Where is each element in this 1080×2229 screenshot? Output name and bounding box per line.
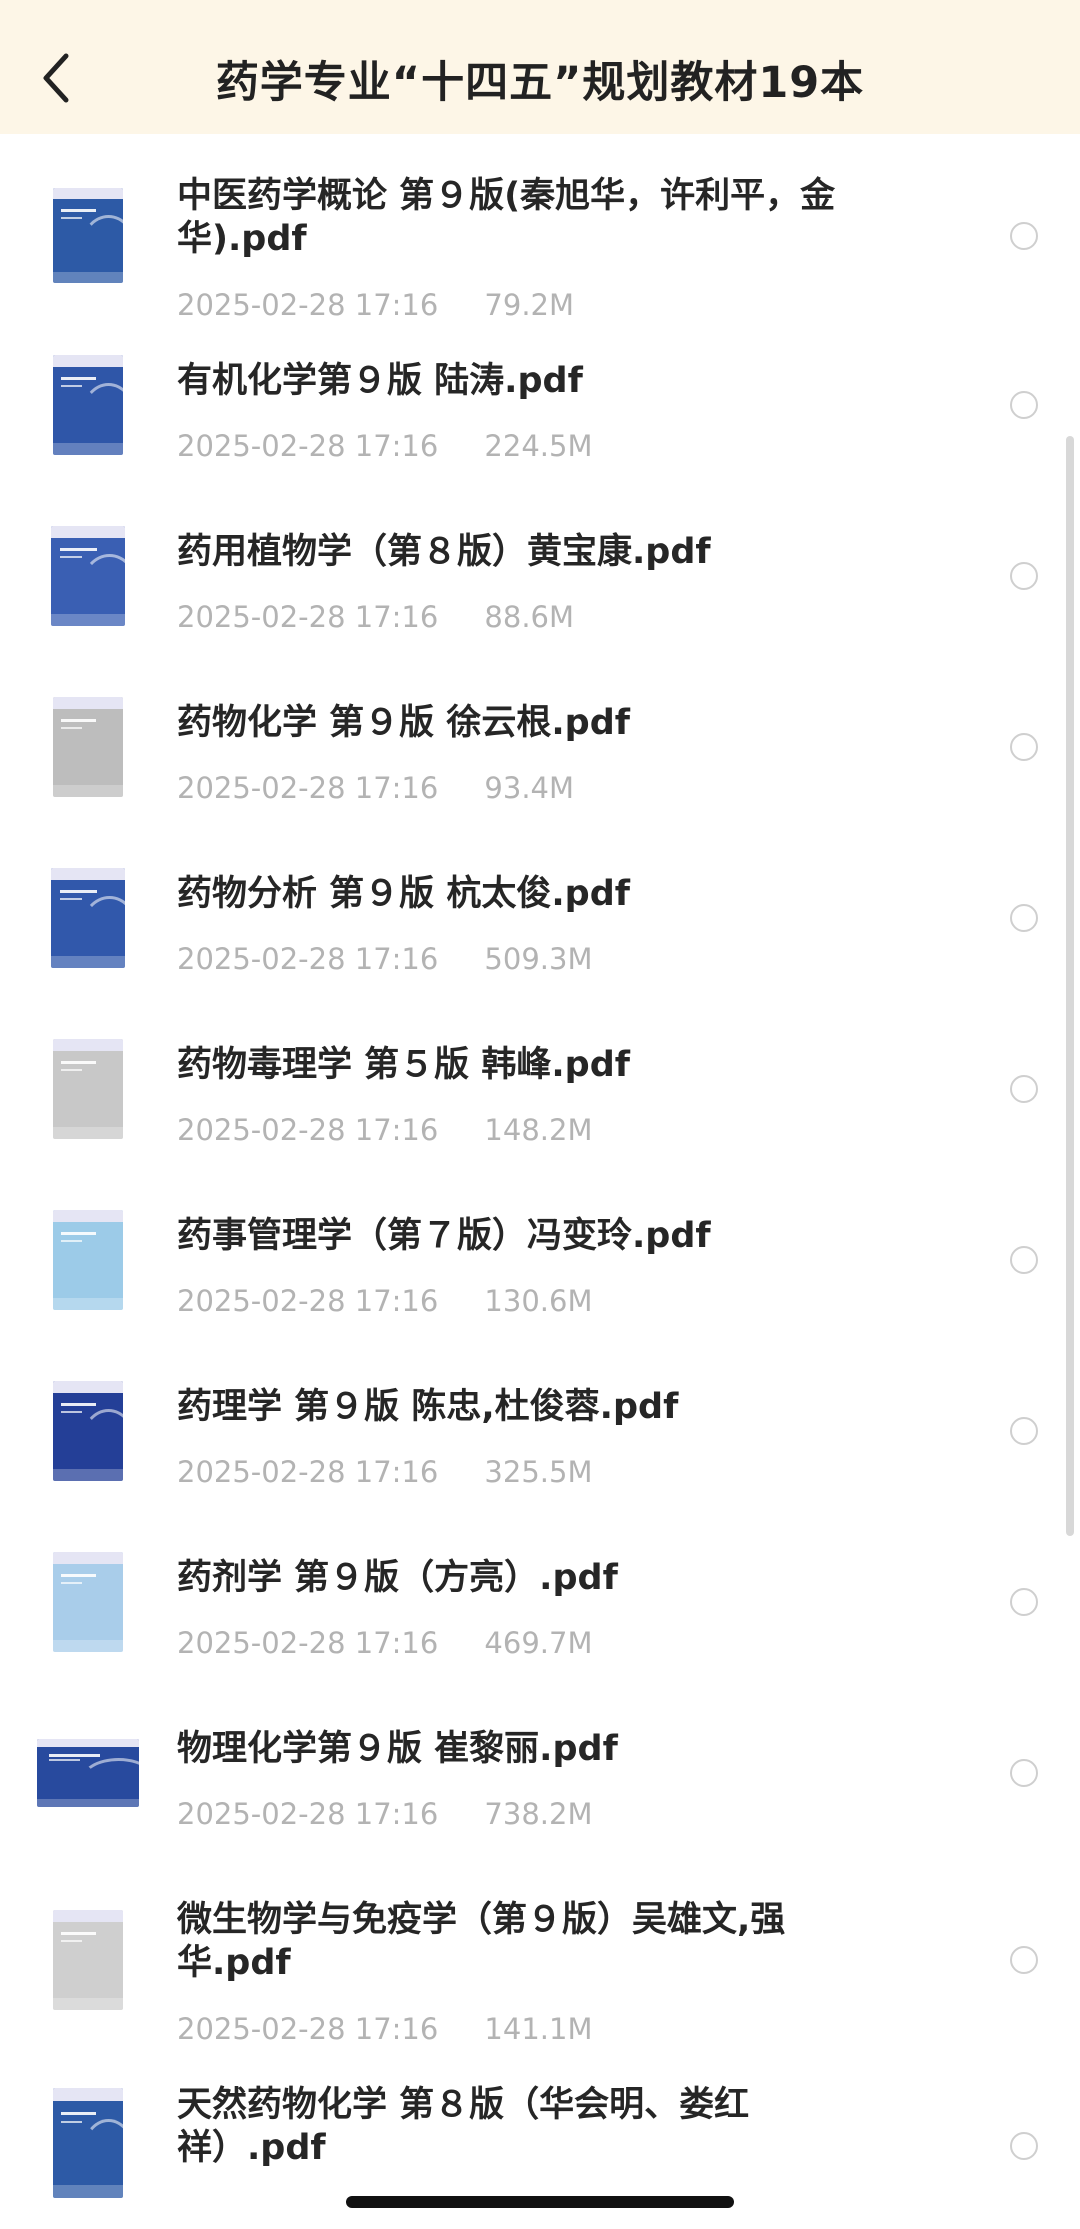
- select-radio[interactable]: [1010, 1759, 1038, 1787]
- pdf-cover-thumbnail: [53, 2088, 123, 2198]
- file-size: 88.6M: [484, 600, 575, 634]
- file-date: 2025-02-28 17:16: [177, 1797, 439, 1831]
- pdf-cover-thumbnail: [53, 697, 123, 797]
- pdf-cover-thumbnail: [53, 1210, 123, 1310]
- pdf-cover-thumbnail: [51, 868, 125, 968]
- top-bar: 药学专业“十四五”规划教材19本: [0, 0, 1080, 134]
- pdf-cover-thumbnail: [53, 1039, 123, 1139]
- file-name: 微生物学与免疫学（第９版）吴雄文,强华.pdf: [177, 1900, 786, 1983]
- page-title: 药学专业“十四五”规划教材19本: [215, 58, 865, 108]
- select-radio[interactable]: [1010, 391, 1038, 419]
- list-item[interactable]: 有机化学第９版 陆涛.pdf 2025-02-28 17:16 224.5M: [0, 319, 1080, 490]
- pdf-cover-thumbnail: [53, 1552, 123, 1652]
- file-date: 2025-02-28 17:16: [177, 429, 439, 463]
- select-radio[interactable]: [1010, 1246, 1038, 1274]
- file-name: 中医药学概论 第９版(秦旭华，许利平，金华).pdf: [177, 176, 836, 259]
- file-size: 148.2M: [484, 1113, 593, 1147]
- file-date: 2025-02-28 17:16: [177, 1113, 439, 1147]
- file-name: 天然药物化学 第８版（华会明、娄红祥）.pdf: [177, 2085, 750, 2168]
- file-meta: 2025-02-28 17:16 325.5M: [177, 1455, 592, 1489]
- file-name: 有机化学第９版 陆涛.pdf: [177, 361, 583, 401]
- file-date: 2025-02-28 17:16: [177, 288, 439, 322]
- list-item[interactable]: 药理学 第９版 陈忠,杜俊蓉.pdf 2025-02-28 17:16 325.…: [0, 1345, 1080, 1516]
- file-name: 药用植物学（第８版）黄宝康.pdf: [177, 532, 711, 572]
- list-item[interactable]: 药物毒理学 第５版 韩峰.pdf 2025-02-28 17:16 148.2M: [0, 1003, 1080, 1174]
- list-item[interactable]: 微生物学与免疫学（第９版）吴雄文,强华.pdf 2025-02-28 17:16…: [0, 1858, 1080, 2046]
- file-date: 2025-02-28 17:16: [177, 942, 439, 976]
- file-size: 79.2M: [484, 288, 575, 322]
- select-radio[interactable]: [1010, 1588, 1038, 1616]
- file-name: 药事管理学（第７版）冯变玲.pdf: [177, 1216, 711, 1256]
- file-date: 2025-02-28 17:16: [177, 1626, 439, 1660]
- file-meta: 2025-02-28 17:16 141.1M: [177, 2012, 592, 2046]
- file-meta: 2025-02-28 17:16 148.2M: [177, 1113, 592, 1147]
- home-indicator[interactable]: [346, 2196, 734, 2208]
- file-meta: 2025-02-28 17:16 224.5M: [177, 429, 592, 463]
- file-date: 2025-02-28 17:16: [177, 1284, 439, 1318]
- list-item[interactable]: 天然药物化学 第８版（华会明、娄红祥）.pdf: [0, 2043, 1080, 2203]
- file-size: 738.2M: [484, 1797, 593, 1831]
- pdf-cover-thumbnail: [53, 188, 123, 283]
- file-meta: 2025-02-28 17:16 509.3M: [177, 942, 592, 976]
- pdf-cover-thumbnail: [37, 1739, 139, 1807]
- file-size: 141.1M: [484, 2012, 593, 2046]
- file-meta: 2025-02-28 17:16 88.6M: [177, 600, 574, 634]
- list-item[interactable]: 物理化学第９版 崔黎丽.pdf 2025-02-28 17:16 738.2M: [0, 1687, 1080, 1858]
- select-radio[interactable]: [1010, 2132, 1038, 2160]
- file-meta: 2025-02-28 17:16 738.2M: [177, 1797, 592, 1831]
- file-name: 药物毒理学 第５版 韩峰.pdf: [177, 1045, 631, 1085]
- pdf-cover-thumbnail: [51, 526, 125, 626]
- file-list: 中医药学概论 第９版(秦旭华，许利平，金华).pdf 2025-02-28 17…: [0, 134, 1080, 2203]
- select-radio[interactable]: [1010, 1075, 1038, 1103]
- file-size: 224.5M: [484, 429, 593, 463]
- pdf-cover-thumbnail: [53, 1381, 123, 1481]
- file-date: 2025-02-28 17:16: [177, 1455, 439, 1489]
- file-name: 药剂学 第９版（方亮）.pdf: [177, 1558, 618, 1598]
- file-date: 2025-02-28 17:16: [177, 600, 439, 634]
- file-size: 325.5M: [484, 1455, 593, 1489]
- file-name: 药物分析 第９版 杭太俊.pdf: [177, 874, 631, 914]
- list-item[interactable]: 药物化学 第９版 徐云根.pdf 2025-02-28 17:16 93.4M: [0, 661, 1080, 832]
- file-name: 物理化学第９版 崔黎丽.pdf: [177, 1729, 618, 1769]
- file-meta: 2025-02-28 17:16 79.2M: [177, 288, 574, 322]
- file-meta: 2025-02-28 17:16 93.4M: [177, 771, 574, 805]
- pdf-cover-thumbnail: [53, 1910, 123, 2010]
- file-size: 469.7M: [484, 1626, 593, 1660]
- file-name: 药理学 第９版 陈忠,杜俊蓉.pdf: [177, 1387, 679, 1427]
- list-item[interactable]: 药事管理学（第７版）冯变玲.pdf 2025-02-28 17:16 130.6…: [0, 1174, 1080, 1345]
- select-radio[interactable]: [1010, 562, 1038, 590]
- select-radio[interactable]: [1010, 904, 1038, 932]
- file-name: 药物化学 第９版 徐云根.pdf: [177, 703, 631, 743]
- list-item[interactable]: 中医药学概论 第９版(秦旭华，许利平，金华).pdf 2025-02-28 17…: [0, 134, 1080, 322]
- select-radio[interactable]: [1010, 733, 1038, 761]
- list-item[interactable]: 药用植物学（第８版）黄宝康.pdf 2025-02-28 17:16 88.6M: [0, 490, 1080, 661]
- select-radio[interactable]: [1010, 1417, 1038, 1445]
- list-item[interactable]: 药物分析 第９版 杭太俊.pdf 2025-02-28 17:16 509.3M: [0, 832, 1080, 1003]
- list-item[interactable]: 药剂学 第９版（方亮）.pdf 2025-02-28 17:16 469.7M: [0, 1516, 1080, 1687]
- file-meta: 2025-02-28 17:16 469.7M: [177, 1626, 592, 1660]
- pdf-cover-thumbnail: [53, 355, 123, 455]
- file-size: 130.6M: [484, 1284, 593, 1318]
- file-meta: 2025-02-28 17:16 130.6M: [177, 1284, 592, 1318]
- file-date: 2025-02-28 17:16: [177, 2012, 439, 2046]
- select-radio[interactable]: [1010, 1946, 1038, 1974]
- file-size: 93.4M: [484, 771, 575, 805]
- select-radio[interactable]: [1010, 222, 1038, 250]
- file-date: 2025-02-28 17:16: [177, 771, 439, 805]
- scrollbar[interactable]: [1066, 436, 1074, 1536]
- file-size: 509.3M: [484, 942, 593, 976]
